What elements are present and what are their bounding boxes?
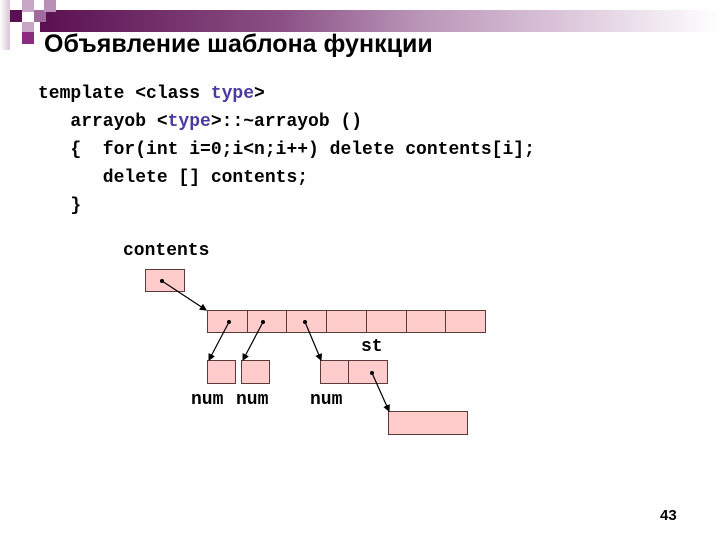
pointer-dot <box>303 320 307 324</box>
pointer-dot <box>227 320 231 324</box>
arrow-cell3-to-num <box>304 321 322 362</box>
arrow-cell2-to-num <box>242 321 264 362</box>
arrow-st-to-string <box>371 372 390 413</box>
pointer-dot <box>160 279 164 283</box>
page-number: 43 <box>660 507 677 524</box>
arrow-cell1-to-num <box>208 321 230 362</box>
arrow-contents-to-array <box>161 280 208 311</box>
pointer-arrows <box>160 279 390 413</box>
pointer-dot <box>370 371 374 375</box>
pointer-dot <box>261 320 265 324</box>
